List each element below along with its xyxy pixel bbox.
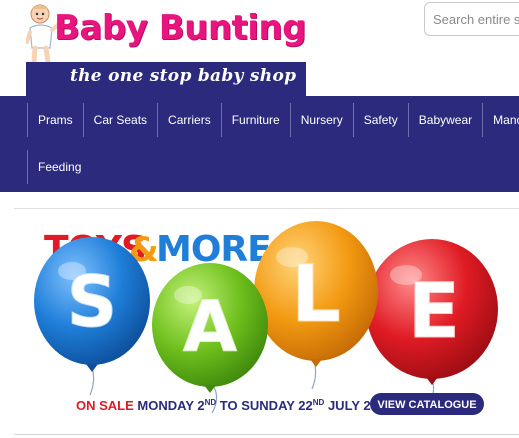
- nav-item-prams[interactable]: Prams: [27, 102, 83, 137]
- date-sup-1: ND: [205, 398, 217, 407]
- nav-row-2: Feeding: [27, 143, 91, 190]
- nav-item-safety[interactable]: Safety: [352, 102, 408, 137]
- nav-item-feeding[interactable]: Feeding: [27, 149, 91, 184]
- view-catalogue-label: VIEW CATALOGUE: [377, 399, 476, 411]
- nav-row-1: Prams Car Seats Carriers Furniture Nurse…: [27, 96, 519, 143]
- on-sale-label: ON SALE: [76, 398, 134, 413]
- logo-tagline-bar: the one stop baby shop: [26, 62, 306, 96]
- site-header: Baby Bunting the one stop baby shop: [0, 0, 519, 96]
- date-part-1: MONDAY 2: [137, 398, 204, 413]
- nav-item-carriers[interactable]: Carriers: [157, 102, 221, 137]
- view-catalogue-button[interactable]: VIEW CATALOGUE: [370, 393, 484, 415]
- logo-name: Baby Bunting: [54, 8, 306, 48]
- balloon-letter-a: A: [183, 286, 237, 368]
- logo-tagline: the one stop baby shop: [70, 66, 297, 86]
- logo[interactable]: Baby Bunting the one stop baby shop: [26, 0, 308, 96]
- balloon-letter-e: E: [408, 266, 460, 355]
- search-input[interactable]: [425, 3, 519, 35]
- nav-item-nursery[interactable]: Nursery: [289, 102, 353, 137]
- nav-item-furniture[interactable]: Furniture: [220, 102, 290, 137]
- nav-item-babywear[interactable]: Babywear: [407, 102, 482, 137]
- search-box[interactable]: [424, 2, 519, 36]
- balloon-letter-l: L: [291, 250, 341, 340]
- balloon-orange: L: [254, 221, 378, 367]
- promo-banner-art: TOYS & MORE S E: [34, 221, 498, 415]
- sale-dates: ON SALE MONDAY 2ND TO SUNDAY 22ND JULY 2…: [76, 398, 392, 413]
- nav-item-car-seats[interactable]: Car Seats: [82, 102, 157, 137]
- page: Baby Bunting the one stop baby shop Pram…: [0, 0, 519, 438]
- balloon-red: E: [366, 239, 498, 385]
- balloon-green: A: [152, 263, 268, 393]
- balloon-blue: S: [34, 237, 150, 372]
- date-part-2: TO SUNDAY 22: [216, 398, 313, 413]
- banner-divider: [14, 434, 519, 435]
- sale-dates-text: ON SALE MONDAY 2ND TO SUNDAY 22ND JULY 2…: [76, 398, 392, 413]
- nav-item-manchester[interactable]: Manchester: [482, 102, 519, 137]
- balloon-letter-s: S: [67, 261, 117, 343]
- promo-banner[interactable]: TOYS & MORE S E: [14, 208, 519, 430]
- main-nav: Prams Car Seats Carriers Furniture Nurse…: [0, 96, 519, 192]
- date-sup-2: ND: [313, 398, 325, 407]
